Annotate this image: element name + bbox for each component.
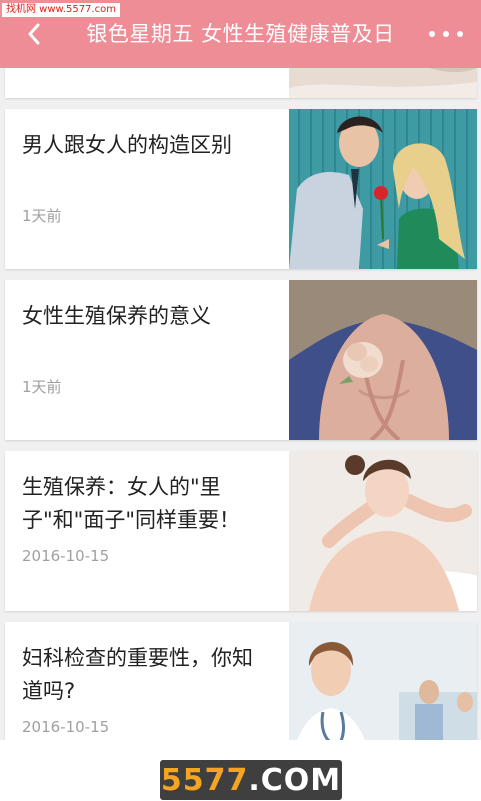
article-title: 女性生殖保养的意义 — [22, 304, 211, 328]
article-date: 1天前 — [22, 207, 62, 225]
article-title: 妇科检查的重要性，你知道吗? — [22, 646, 253, 703]
article-date: 2016-10-15 — [22, 718, 110, 736]
more-dots-icon — [429, 31, 435, 37]
logo-dot: . — [248, 762, 261, 798]
list-item[interactable]: 生殖保养：女人的"里子"和"面子"同样重要！ 2016-10-15 — [5, 451, 477, 611]
watermark-label: 找机网 www.5577.com — [2, 3, 120, 17]
logo-number: 5577 — [160, 762, 249, 798]
article-title: 男人跟女人的构造区别 — [22, 133, 232, 157]
article-date: 1天前 — [22, 378, 62, 396]
site-logo: 5577. COM — [160, 760, 342, 800]
article-thumbnail — [289, 109, 477, 269]
article-thumbnail — [289, 451, 477, 611]
list-item[interactable]: 男人跟女人的构造区别 1天前 — [5, 109, 477, 269]
article-thumbnail — [289, 280, 477, 440]
more-button[interactable] — [429, 22, 463, 46]
logo-domain: COM — [260, 762, 342, 798]
page-title: 银色星期五 女性生殖健康普及日 — [86, 22, 395, 46]
chevron-left-icon — [28, 23, 40, 45]
article-date: 2016-10-15 — [22, 547, 110, 565]
article-title: 生殖保养：女人的"里子"和"面子"同样重要！ — [22, 475, 240, 532]
back-button[interactable] — [18, 16, 50, 52]
list-item[interactable]: 女性生殖保养的意义 1天前 — [5, 280, 477, 440]
